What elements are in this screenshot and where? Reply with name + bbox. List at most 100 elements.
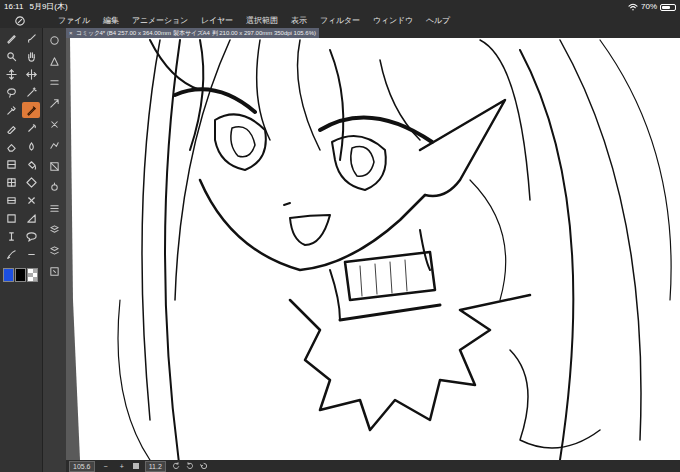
tool-button[interactable] [2,228,20,244]
tool-button[interactable] [2,138,20,154]
sub-tool-button[interactable] [47,76,63,88]
menu-item[interactable]: 表示 [291,17,307,25]
fill-icon [26,159,37,170]
tool-button[interactable] [22,120,40,136]
menu-item[interactable]: ウィンドウ [373,17,413,25]
tab-bar: ×コミック4* (B4 257.00 x 364.00mm 製本サイズA4 判 … [66,28,680,38]
tool-button[interactable] [2,102,20,118]
brightness-icon [49,182,60,193]
menu-item[interactable]: レイヤー [201,17,233,25]
status-bar: 16:115月9日(木) 70% [0,0,680,14]
battery-fill [662,6,670,9]
checker-cell [33,277,38,281]
export-icon [49,98,60,109]
tool-button[interactable] [22,66,40,82]
tool-palette [0,28,42,472]
zoom-out-button[interactable]: − [101,463,111,470]
sub-tool-button[interactable] [47,97,63,109]
text-cursor-icon [6,231,17,242]
tool-button[interactable] [2,66,20,82]
battery-icon [660,4,676,11]
sub-tool-button[interactable] [47,55,63,67]
sub-tool-strip [42,28,66,472]
eraser-icon [6,141,17,152]
gradient-icon [6,159,17,170]
balloon-icon [26,231,37,242]
app-logo[interactable] [0,16,40,26]
dash-icon [26,249,37,260]
sub-tool-button[interactable] [47,223,63,235]
menu-item[interactable]: 編集 [103,17,119,25]
sub-tool-button[interactable] [47,244,63,256]
sub-tool-button[interactable] [47,265,63,277]
fit-icon[interactable] [133,463,139,469]
artwork-canvas[interactable] [66,38,680,460]
transparent-swatch[interactable] [27,268,38,282]
frame-diagonal-icon [49,161,60,172]
menu-item[interactable]: 選択範囲 [246,17,278,25]
sub-tool-button[interactable] [47,160,63,172]
tool-button[interactable] [2,210,20,226]
sub-tool-button[interactable] [47,34,63,46]
tool-button[interactable] [22,156,40,172]
status-right: 70% [628,3,676,11]
pen-tool-icon [26,105,37,116]
tool-button[interactable] [22,210,40,226]
sub-tool-button[interactable] [47,181,63,193]
color-swatch[interactable] [3,268,14,282]
document-tab[interactable]: ×コミック4* (B4 257.00 x 364.00mm 製本サイズA4 判 … [66,28,319,38]
sub-tool-button[interactable] [47,139,63,151]
sub-tool-button[interactable] [47,202,63,214]
move-layer-icon [6,69,17,80]
tool-button[interactable] [22,30,40,46]
ruler-icon [26,213,37,224]
tool-button[interactable] [22,228,40,244]
document-area: ×コミック4* (B4 257.00 x 364.00mm 製本サイズA4 判 … [66,28,680,472]
tab-close-button[interactable]: × [69,30,73,36]
grid-icon [6,177,17,188]
list-icon [49,203,60,214]
hand-icon [26,51,37,62]
layers-icon [49,245,60,256]
tool-button[interactable] [22,102,40,118]
close-icon [49,119,60,130]
menu-item[interactable]: フィルター [320,17,360,25]
circle-icon [49,35,60,46]
status-left: 16:115月9日(木) [4,3,68,11]
rotate-left-icon [172,462,180,470]
tool-button[interactable] [2,48,20,64]
tool-grid [2,30,40,262]
layer-icon [49,224,60,235]
cross-icon [26,195,37,206]
tool-button[interactable] [22,246,40,262]
zoom-in-button[interactable]: + [117,463,127,470]
zoom-icon [6,51,17,62]
sub-tool-button[interactable] [47,118,63,130]
tool-button[interactable] [2,30,20,46]
tool-button[interactable] [22,138,40,154]
color-swatch[interactable] [15,268,26,282]
menu-item[interactable]: アニメーション [132,17,188,25]
tool-button[interactable] [2,174,20,190]
rotation-field[interactable]: 11.2 [145,461,166,472]
tool-button[interactable] [22,48,40,64]
tool-button[interactable] [22,174,40,190]
frame-icon [6,195,17,206]
tool-button[interactable] [2,246,20,262]
line-icon [6,249,17,260]
tool-button[interactable] [2,120,20,136]
lasso-icon [6,87,17,98]
tool-button[interactable] [2,84,20,100]
pen-icon [6,33,17,44]
tool-button[interactable] [2,156,20,172]
menu-item[interactable]: ファイル [58,17,90,25]
canvas[interactable] [66,38,680,460]
wifi-icon [628,3,638,11]
zoom-field[interactable]: 105.6 [69,461,95,472]
move-icon [26,69,37,80]
tool-button[interactable] [22,84,40,100]
menu-item[interactable]: ヘルプ [426,17,450,25]
tool-button[interactable] [22,192,40,208]
tool-button[interactable] [2,192,20,208]
diamond-icon [26,177,37,188]
